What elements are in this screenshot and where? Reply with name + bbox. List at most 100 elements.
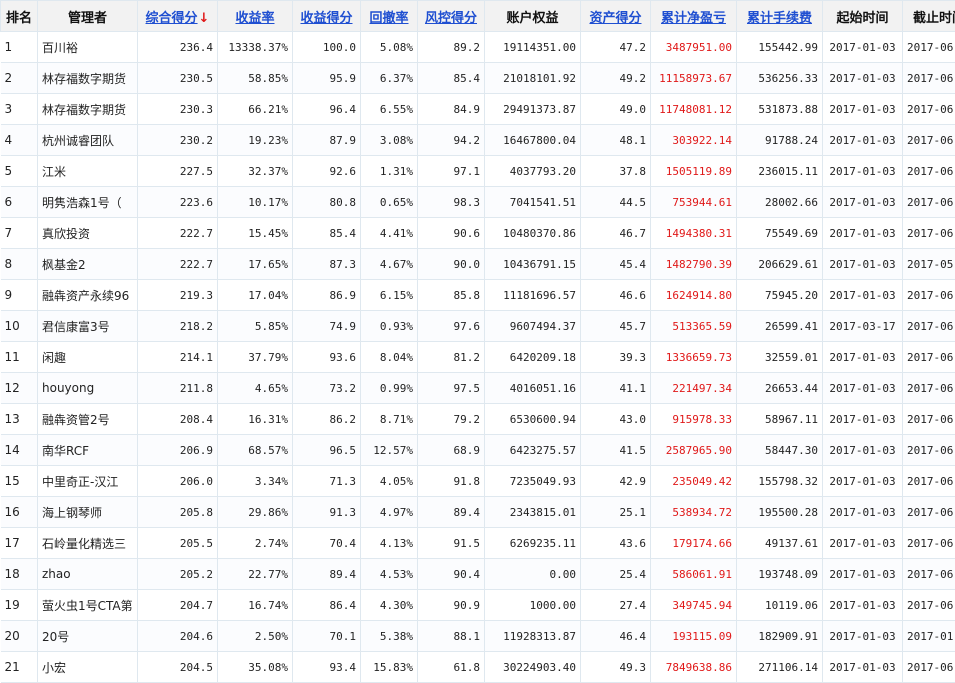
asset-score-cell: 25.4	[581, 559, 651, 590]
start-date-cell: 2017-03-17	[823, 311, 903, 342]
table-row: 10君信康富3号218.25.85%74.90.93%97.69607494.3…	[1, 311, 955, 342]
sort-desc-arrow-icon: ↓	[199, 11, 210, 26]
drawdown-cell: 4.05%	[361, 466, 418, 497]
equity-cell: 6423275.57	[485, 435, 581, 466]
return-rate-cell: 68.57%	[218, 435, 293, 466]
manager-cell: 闲趣	[38, 342, 138, 373]
fees-cell: 75549.69	[737, 218, 823, 249]
total-score-cell: 205.8	[138, 497, 218, 528]
fees-cell: 195500.28	[737, 497, 823, 528]
end-date-cell: 2017-06-08	[903, 404, 955, 435]
net-pnl-cell: 349745.94	[651, 590, 737, 621]
fees-cell: 193748.09	[737, 559, 823, 590]
net-pnl-cell: 915978.33	[651, 404, 737, 435]
risk-score-cell: 89.4	[418, 497, 485, 528]
fees-cell: 206629.61	[737, 249, 823, 280]
end-date-cell: 2017-06-08	[903, 125, 955, 156]
return-score-cell: 86.2	[293, 404, 361, 435]
return-rate-cell: 5.85%	[218, 311, 293, 342]
equity-cell: 11928313.87	[485, 621, 581, 652]
header-label: 起始时间	[836, 11, 888, 26]
risk-score-cell: 90.0	[418, 249, 485, 280]
manager-cell: 融犇资管2号	[38, 404, 138, 435]
equity-cell: 10436791.15	[485, 249, 581, 280]
manager-cell: 20号	[38, 621, 138, 652]
total-score-cell: 230.3	[138, 94, 218, 125]
header-label: 账户权益	[506, 11, 558, 26]
risk-score-cell: 91.5	[418, 528, 485, 559]
return-rate-cell: 66.21%	[218, 94, 293, 125]
fees-cell: 32559.01	[737, 342, 823, 373]
sort-asset-score-link[interactable]: 资产得分	[589, 11, 641, 26]
end-date-cell: 2017-06-08	[903, 187, 955, 218]
header-fees[interactable]: 累计手续费	[737, 1, 823, 32]
end-date-cell: 2017-06-08	[903, 373, 955, 404]
return-score-cell: 92.6	[293, 156, 361, 187]
equity-cell: 16467800.04	[485, 125, 581, 156]
rank-cell: 15	[1, 466, 38, 497]
return-rate-cell: 16.31%	[218, 404, 293, 435]
equity-cell: 6530600.94	[485, 404, 581, 435]
sort-risk-score-link[interactable]: 风控得分	[425, 11, 477, 26]
risk-score-cell: 89.2	[418, 32, 485, 63]
drawdown-cell: 0.93%	[361, 311, 418, 342]
net-pnl-cell: 1505119.89	[651, 156, 737, 187]
return-score-cell: 86.4	[293, 590, 361, 621]
end-date-cell: 2017-06-08	[903, 218, 955, 249]
manager-cell: 江米	[38, 156, 138, 187]
sort-drawdown-link[interactable]: 回撤率	[369, 11, 408, 26]
header-return-score[interactable]: 收益得分	[293, 1, 361, 32]
total-score-cell: 214.1	[138, 342, 218, 373]
total-score-cell: 230.2	[138, 125, 218, 156]
header-total-score[interactable]: 综合得分↓	[138, 1, 218, 32]
sort-total-score-link[interactable]: 综合得分	[146, 11, 198, 26]
net-pnl-cell: 2587965.90	[651, 435, 737, 466]
return-rate-cell: 17.65%	[218, 249, 293, 280]
sort-fees-link[interactable]: 累计手续费	[747, 11, 812, 26]
drawdown-cell: 8.04%	[361, 342, 418, 373]
return-score-cell: 71.3	[293, 466, 361, 497]
header-risk-score[interactable]: 风控得分	[418, 1, 485, 32]
manager-cell: 海上钢琴师	[38, 497, 138, 528]
header-asset-score[interactable]: 资产得分	[581, 1, 651, 32]
drawdown-cell: 4.41%	[361, 218, 418, 249]
drawdown-cell: 6.15%	[361, 280, 418, 311]
header-drawdown[interactable]: 回撤率	[361, 1, 418, 32]
equity-cell: 30224903.40	[485, 652, 581, 683]
sort-return-rate-link[interactable]: 收益率	[235, 11, 274, 26]
manager-cell: 真欣投资	[38, 218, 138, 249]
rank-cell: 11	[1, 342, 38, 373]
header-return-rate[interactable]: 收益率	[218, 1, 293, 32]
return-rate-cell: 58.85%	[218, 63, 293, 94]
header-net-pnl[interactable]: 累计净盈亏	[651, 1, 737, 32]
fees-cell: 58967.11	[737, 404, 823, 435]
end-date-cell: 2017-01-13	[903, 621, 955, 652]
drawdown-cell: 4.97%	[361, 497, 418, 528]
risk-score-cell: 79.2	[418, 404, 485, 435]
asset-score-cell: 44.5	[581, 187, 651, 218]
return-score-cell: 86.9	[293, 280, 361, 311]
fees-cell: 91788.24	[737, 125, 823, 156]
drawdown-cell: 1.31%	[361, 156, 418, 187]
drawdown-cell: 12.57%	[361, 435, 418, 466]
fees-cell: 155442.99	[737, 32, 823, 63]
sort-return-score-link[interactable]: 收益得分	[300, 11, 352, 26]
rank-cell: 16	[1, 497, 38, 528]
drawdown-cell: 3.08%	[361, 125, 418, 156]
rank-cell: 2	[1, 63, 38, 94]
equity-cell: 1000.00	[485, 590, 581, 621]
total-score-cell: 205.2	[138, 559, 218, 590]
return-rate-cell: 13338.37%	[218, 32, 293, 63]
fees-cell: 10119.06	[737, 590, 823, 621]
risk-score-cell: 81.2	[418, 342, 485, 373]
table-row: 21小宏204.535.08%93.415.83%61.830224903.40…	[1, 652, 955, 683]
rank-cell: 12	[1, 373, 38, 404]
sort-net-pnl-link[interactable]: 累计净盈亏	[661, 11, 726, 26]
asset-score-cell: 43.0	[581, 404, 651, 435]
start-date-cell: 2017-01-03	[823, 156, 903, 187]
manager-cell: 百川裕	[38, 32, 138, 63]
return-score-cell: 70.1	[293, 621, 361, 652]
asset-score-cell: 46.6	[581, 280, 651, 311]
risk-score-cell: 68.9	[418, 435, 485, 466]
return-rate-cell: 22.77%	[218, 559, 293, 590]
